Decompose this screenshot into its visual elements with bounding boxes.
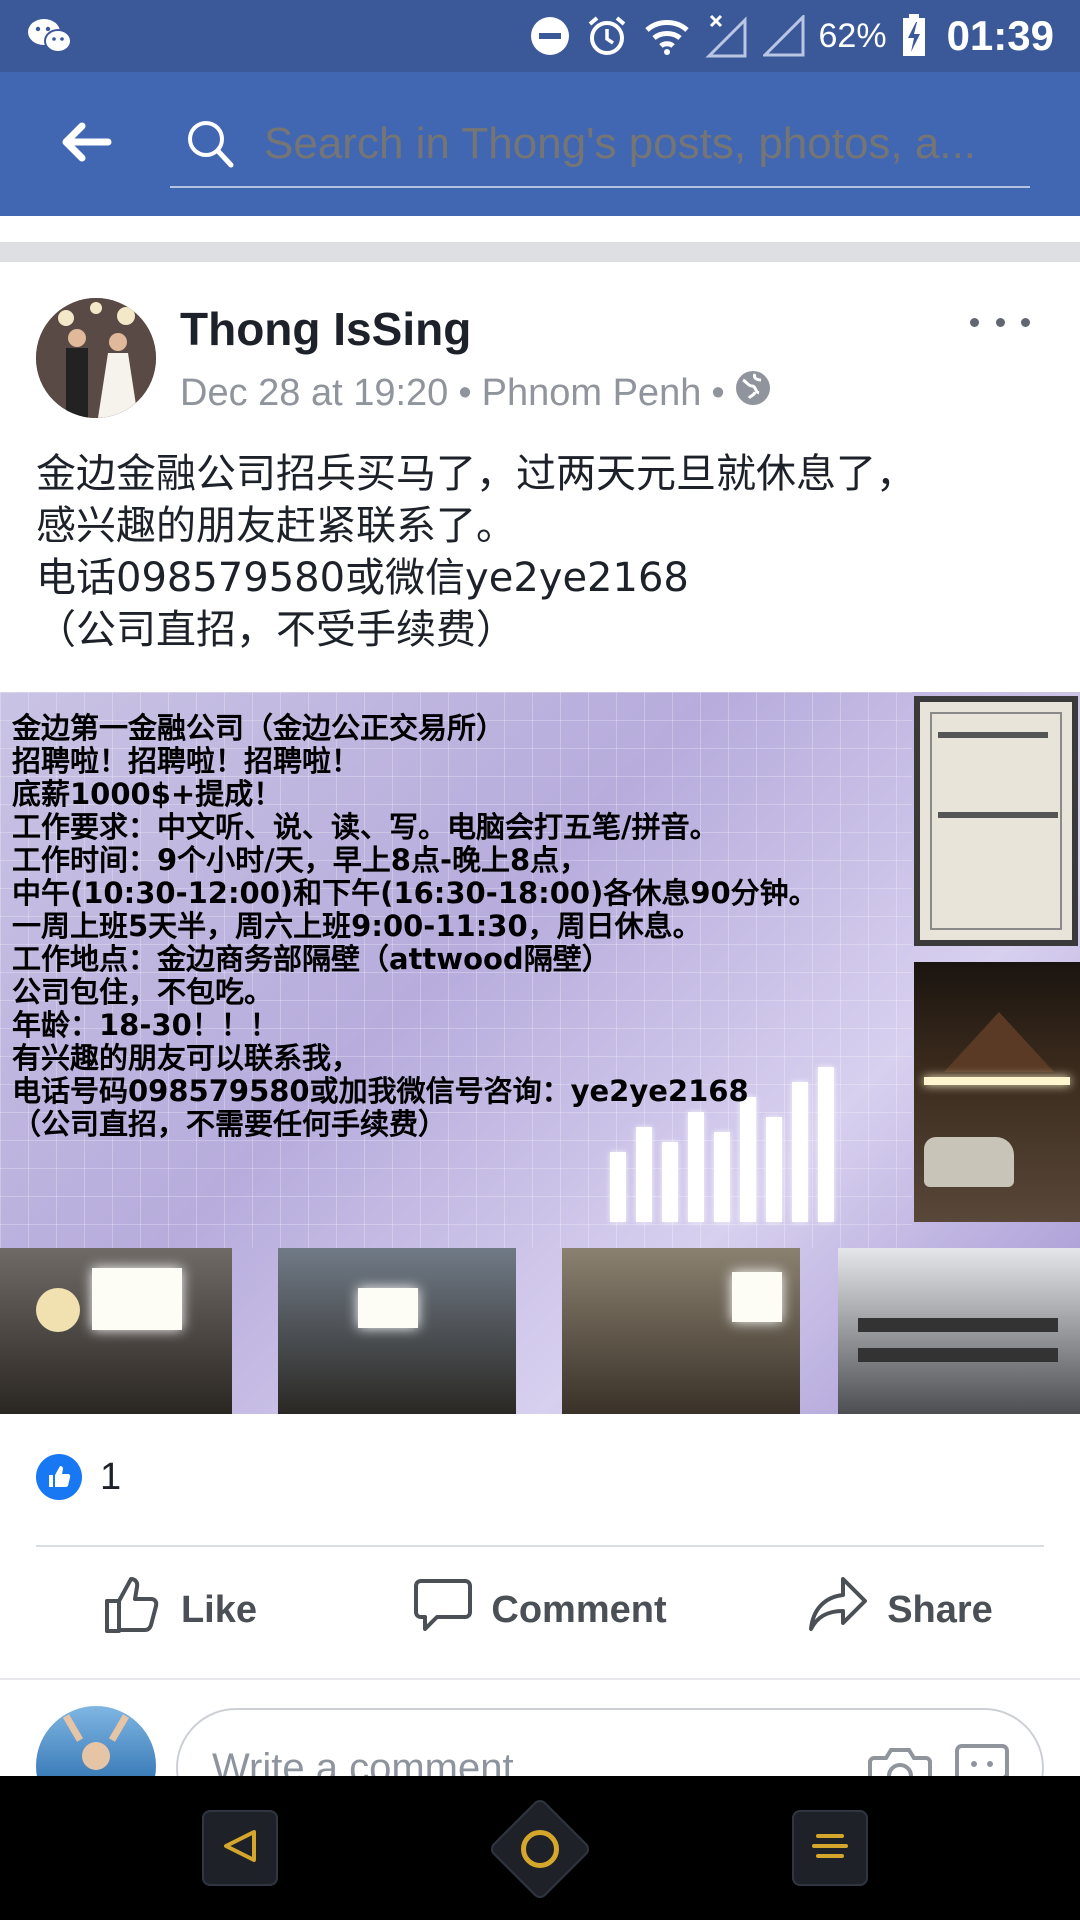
- post-text-line: （公司直招，不受手续费）: [36, 607, 516, 653]
- comment-label: Comment: [491, 1588, 667, 1631]
- comment-bubble-icon: [413, 1575, 473, 1645]
- photo-text-line: 年龄：18-30！！！: [12, 1008, 279, 1042]
- like-button[interactable]: Like: [0, 1560, 360, 1660]
- photo-text-line: 公司包住，不包吃。: [12, 975, 274, 1009]
- thumbs-up-icon: [103, 1575, 163, 1645]
- battery-charging-icon: [901, 14, 927, 58]
- alarm-icon: [585, 14, 629, 58]
- post-actions: Like Comment Share: [0, 1560, 1080, 1660]
- nav-home-button[interactable]: [487, 1796, 593, 1902]
- office-photo: [562, 1248, 800, 1414]
- globe-icon: [735, 370, 771, 416]
- search-app-bar: [0, 72, 1080, 216]
- post-text-line: 感兴趣的朋友赶紧联系了。: [36, 503, 516, 549]
- arrow-left-icon: [58, 120, 112, 169]
- photo-overlay-text: 金边第一金融公司（金边公正交易所） 招聘啦！招聘啦！招聘啦！ 底薪1000$+提…: [12, 712, 818, 1141]
- share-arrow-icon: [807, 1575, 869, 1645]
- nav-back-button[interactable]: [202, 1810, 278, 1886]
- search-field[interactable]: [170, 102, 1030, 188]
- facebook-post-screen: 62% 01:39 Search in Thong's posts, photo…: [0, 0, 1080, 1920]
- system-nav-bar: [0, 1776, 1080, 1920]
- post-photo[interactable]: 金边第一金融公司（金边公正交易所） 招聘啦！招聘啦！招聘啦！ 底薪1000$+提…: [0, 692, 1080, 1414]
- more-dots-icon: [995, 317, 1005, 327]
- status-bar: 62% 01:39: [0, 0, 1080, 72]
- photo-text-line: 招聘啦！招聘啦！招聘啦！: [12, 744, 361, 778]
- post-date[interactable]: Dec 28 at 19:20: [180, 372, 448, 415]
- post-text: 金边金融公司招兵买马了，过两天元旦就休息了， 感兴趣的朋友赶紧联系了。 电话09…: [36, 448, 1046, 656]
- recents-lines-icon: [810, 1830, 850, 1867]
- signal-no-sim-icon: [704, 14, 749, 58]
- photo-text-line: 工作要求：中文听、说、读、写。电脑会打五笔/拼音。: [12, 810, 719, 844]
- more-dots-icon: [1021, 317, 1030, 327]
- home-circle-icon: [521, 1830, 559, 1868]
- photo-text-line: 工作时间：9个小时/天，早上8点-晚上8点，: [12, 843, 589, 877]
- comment-button[interactable]: Comment: [360, 1560, 720, 1660]
- wifi-icon: [643, 16, 691, 56]
- divider: [36, 1545, 1044, 1547]
- post-meta: Dec 28 at 19:20 • Phnom Penh •: [180, 370, 771, 416]
- photo-text-line: 中午(10:30-12:00)和下午(16:30-18:00)各休息90分钟。: [12, 876, 818, 910]
- photo-text-line: 一周上班5天半，周六上班9:00-11:30，周日休息。: [12, 909, 702, 943]
- nav-recents-button[interactable]: [792, 1810, 868, 1886]
- wechat-icon: [26, 16, 74, 56]
- do-not-disturb-icon: [529, 15, 571, 57]
- certificate-photo: [914, 696, 1078, 946]
- meta-separator: •: [458, 371, 472, 414]
- photo-text-line: 金边第一金融公司（金边公正交易所）: [12, 711, 506, 745]
- meta-separator: •: [711, 371, 725, 414]
- photo-text-line: 工作地点：金边商务部隔壁（attwood隔壁）: [12, 942, 611, 976]
- office-photo: [278, 1248, 516, 1414]
- battery-percent: 62%: [818, 16, 887, 55]
- photo-text-line: 有兴趣的朋友可以联系我，: [12, 1041, 361, 1075]
- post-text-line: 金边金融公司招兵买马了，过两天元旦就休息了，: [36, 451, 916, 497]
- photo-text-line: （公司直招，不需要任何手续费）: [12, 1107, 448, 1141]
- more-options-button[interactable]: [960, 302, 1040, 342]
- author-name[interactable]: Thong IsSing: [180, 302, 471, 356]
- more-dots-icon: [970, 317, 979, 327]
- triangle-back-icon: [222, 1828, 258, 1869]
- office-photo: [838, 1248, 1080, 1414]
- post-location[interactable]: Phnom Penh: [482, 372, 702, 415]
- photo-strip: [0, 1248, 1080, 1414]
- search-icon: [170, 119, 250, 169]
- signal-icon: [762, 15, 805, 57]
- author-avatar[interactable]: [36, 298, 156, 418]
- like-reaction-icon: [36, 1454, 82, 1500]
- reactions-summary[interactable]: 1: [36, 1454, 121, 1500]
- share-label: Share: [887, 1588, 993, 1631]
- post-header: Thong IsSing Dec 28 at 19:20 • Phnom Pen…: [0, 262, 1080, 442]
- back-button[interactable]: [0, 72, 170, 216]
- share-button[interactable]: Share: [720, 1560, 1080, 1660]
- photo-text-line: 底薪1000$+提成！: [12, 777, 283, 811]
- search-input[interactable]: [250, 119, 1030, 169]
- reaction-count: 1: [100, 1455, 122, 1498]
- photo-text-line: 电话号码098579580或加我微信号咨询：ye2ye2168: [12, 1074, 749, 1108]
- feed-separator: [0, 242, 1080, 262]
- building-photo: [914, 962, 1080, 1222]
- like-label: Like: [180, 1588, 258, 1631]
- post-text-line: 电话098579580或微信ye2ye2168: [36, 555, 689, 601]
- office-photo: [0, 1248, 232, 1414]
- divider: [0, 1678, 1080, 1680]
- clock: 01:39: [946, 12, 1054, 59]
